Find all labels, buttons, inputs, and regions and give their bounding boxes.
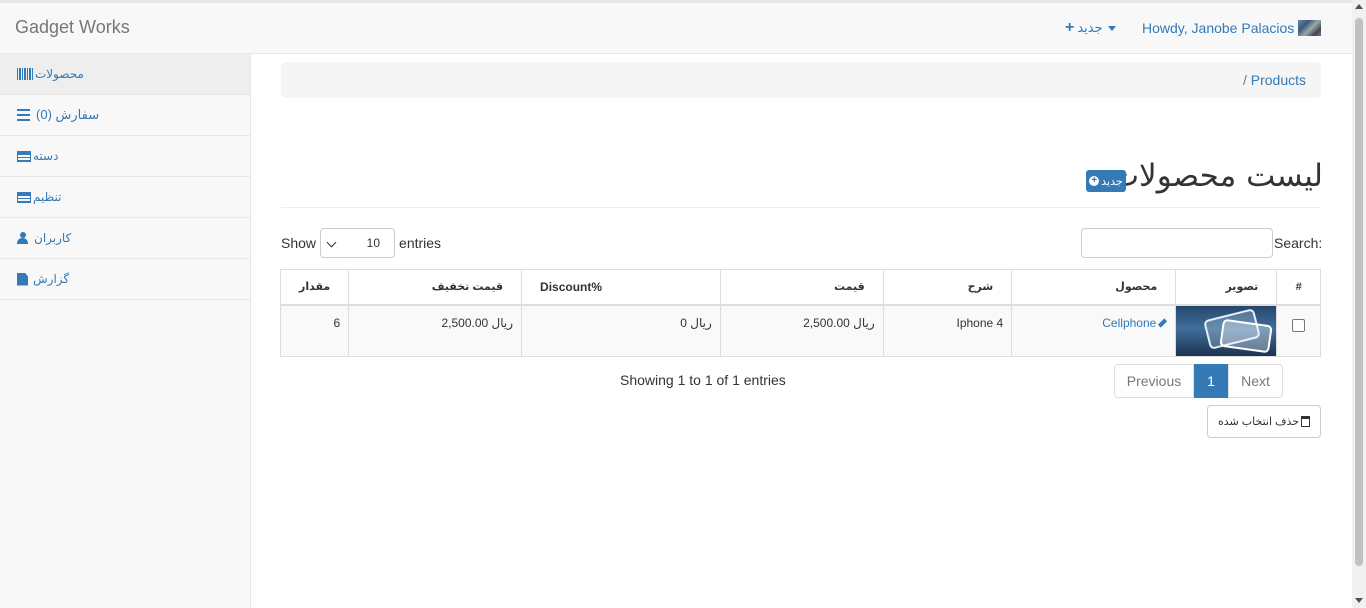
sidebar-item-label: محصولات	[35, 67, 84, 81]
product-name: Cellphone	[1102, 315, 1157, 330]
row-checkbox[interactable]	[1292, 318, 1306, 332]
top-navbar: Gadget Works + جدید Howdy, Janobe Palaci…	[0, 0, 1352, 54]
brand-logo[interactable]: Gadget Works	[15, 17, 130, 38]
file-icon	[17, 272, 28, 286]
page-size-control: Show 10 entries	[281, 228, 441, 258]
sidebar-item-label: کاربران	[34, 231, 72, 245]
breadcrumb-separator: /	[1242, 72, 1247, 88]
sidebar-item-label: سفارش (0)	[36, 107, 100, 122]
header-product[interactable]: محصول	[1011, 269, 1177, 306]
table-row: Cellphone Iphone 4 ریال 2,500.00 ریال 0 …	[279, 304, 1321, 357]
page-scrollbar[interactable]	[1352, 0, 1366, 608]
new-dropdown-label: جدید	[1077, 20, 1103, 35]
plus-circle-icon: +	[1089, 176, 1100, 186]
entries-label: entries	[399, 235, 442, 251]
breadcrumb: Products /	[281, 62, 1321, 98]
pencil-icon	[1158, 318, 1168, 328]
pagination-next[interactable]: Next	[1228, 364, 1283, 398]
breadcrumb-products-link[interactable]: Products	[1251, 72, 1306, 88]
header-image[interactable]: تصویر	[1175, 269, 1278, 306]
row-discount-cell: ریال 0	[521, 304, 721, 357]
pagination: Next 1 Previous	[1114, 364, 1283, 398]
search-control: Search:	[1081, 228, 1322, 258]
search-label: Search:	[1274, 235, 1323, 251]
header-quantity[interactable]: مقدار	[279, 269, 350, 306]
user-icon	[17, 232, 28, 244]
new-product-button[interactable]: + جدید	[1086, 170, 1126, 192]
table-icon	[17, 191, 31, 203]
delete-selected-label: حذف انتخاب شده	[1217, 416, 1300, 428]
row-check-cell	[1276, 304, 1321, 357]
header-discount-label: Discount%	[540, 279, 603, 294]
table-icon	[17, 150, 31, 162]
chevron-down-icon	[326, 237, 337, 248]
sidebar: محصولات سفارش (0) دسته تنظیم کاربران گزا…	[0, 54, 251, 608]
delete-selected-button[interactable]: حذف انتخاب شده	[1207, 405, 1321, 438]
header-description[interactable]: شرح	[882, 269, 1013, 306]
table-header-row: # تصویر محصول شرح قیمت Discount% قیمت تخ…	[279, 269, 1321, 306]
list-icon	[17, 109, 30, 121]
product-thumbnail	[1176, 305, 1277, 356]
show-label: Show	[281, 235, 317, 251]
sidebar-item-users[interactable]: کاربران	[0, 218, 250, 259]
row-product-cell: Cellphone	[1011, 304, 1177, 357]
sidebar-item-settings[interactable]: تنظیم	[0, 177, 250, 218]
header-check[interactable]: #	[1276, 269, 1321, 306]
sidebar-item-products[interactable]: محصولات	[0, 54, 250, 95]
page-size-select[interactable]: 10	[320, 228, 396, 258]
avatar	[1298, 20, 1322, 36]
scroll-down-icon[interactable]	[1355, 598, 1363, 603]
user-menu[interactable]: Howdy, Janobe Palacios	[1142, 20, 1322, 36]
scrollbar-thumb[interactable]	[1355, 18, 1363, 566]
trash-icon	[1301, 416, 1311, 427]
page-size-value: 10	[366, 236, 381, 250]
page-header: لیست محصولات + جدید	[281, 150, 1323, 208]
sidebar-item-label: تنظیم	[33, 190, 62, 204]
row-description-cell: Iphone 4	[882, 304, 1013, 357]
products-table: # تصویر محصول شرح قیمت Discount% قیمت تخ…	[279, 269, 1321, 357]
sidebar-item-categories[interactable]: دسته	[0, 136, 250, 177]
sidebar-item-reports[interactable]: گزارش	[0, 259, 250, 300]
table-info: Showing 1 to 1 of 1 entries	[620, 372, 786, 388]
pagination-previous[interactable]: Previous	[1114, 364, 1194, 398]
header-price[interactable]: قیمت	[719, 269, 884, 306]
user-greeting: Howdy, Janobe Palacios	[1142, 20, 1295, 36]
pagination-page-1[interactable]: 1	[1194, 364, 1228, 398]
new-product-label: جدید	[1101, 175, 1123, 188]
header-discounted-price[interactable]: قیمت تخفیف	[348, 269, 523, 306]
caret-down-icon	[1107, 25, 1116, 31]
sidebar-item-label: دسته	[33, 149, 59, 163]
scroll-up-icon[interactable]	[1355, 4, 1363, 9]
search-input[interactable]	[1081, 228, 1273, 258]
product-edit-link[interactable]: Cellphone	[1102, 315, 1168, 330]
row-discounted-price-cell: ریال 2,500.00	[348, 304, 523, 357]
sidebar-item-label: گزارش	[33, 272, 70, 286]
header-discount[interactable]: Discount%	[521, 269, 721, 306]
barcode-icon	[17, 68, 33, 80]
row-quantity-cell: 6	[279, 304, 350, 357]
page-title: لیست محصولات	[1109, 158, 1323, 194]
sidebar-item-orders[interactable]: سفارش (0)	[0, 95, 250, 136]
row-image-cell	[1175, 304, 1278, 357]
row-price-cell: ریال 2,500.00	[719, 304, 884, 357]
new-dropdown-button[interactable]: + جدید	[1065, 20, 1116, 36]
plus-icon: +	[1065, 19, 1075, 36]
